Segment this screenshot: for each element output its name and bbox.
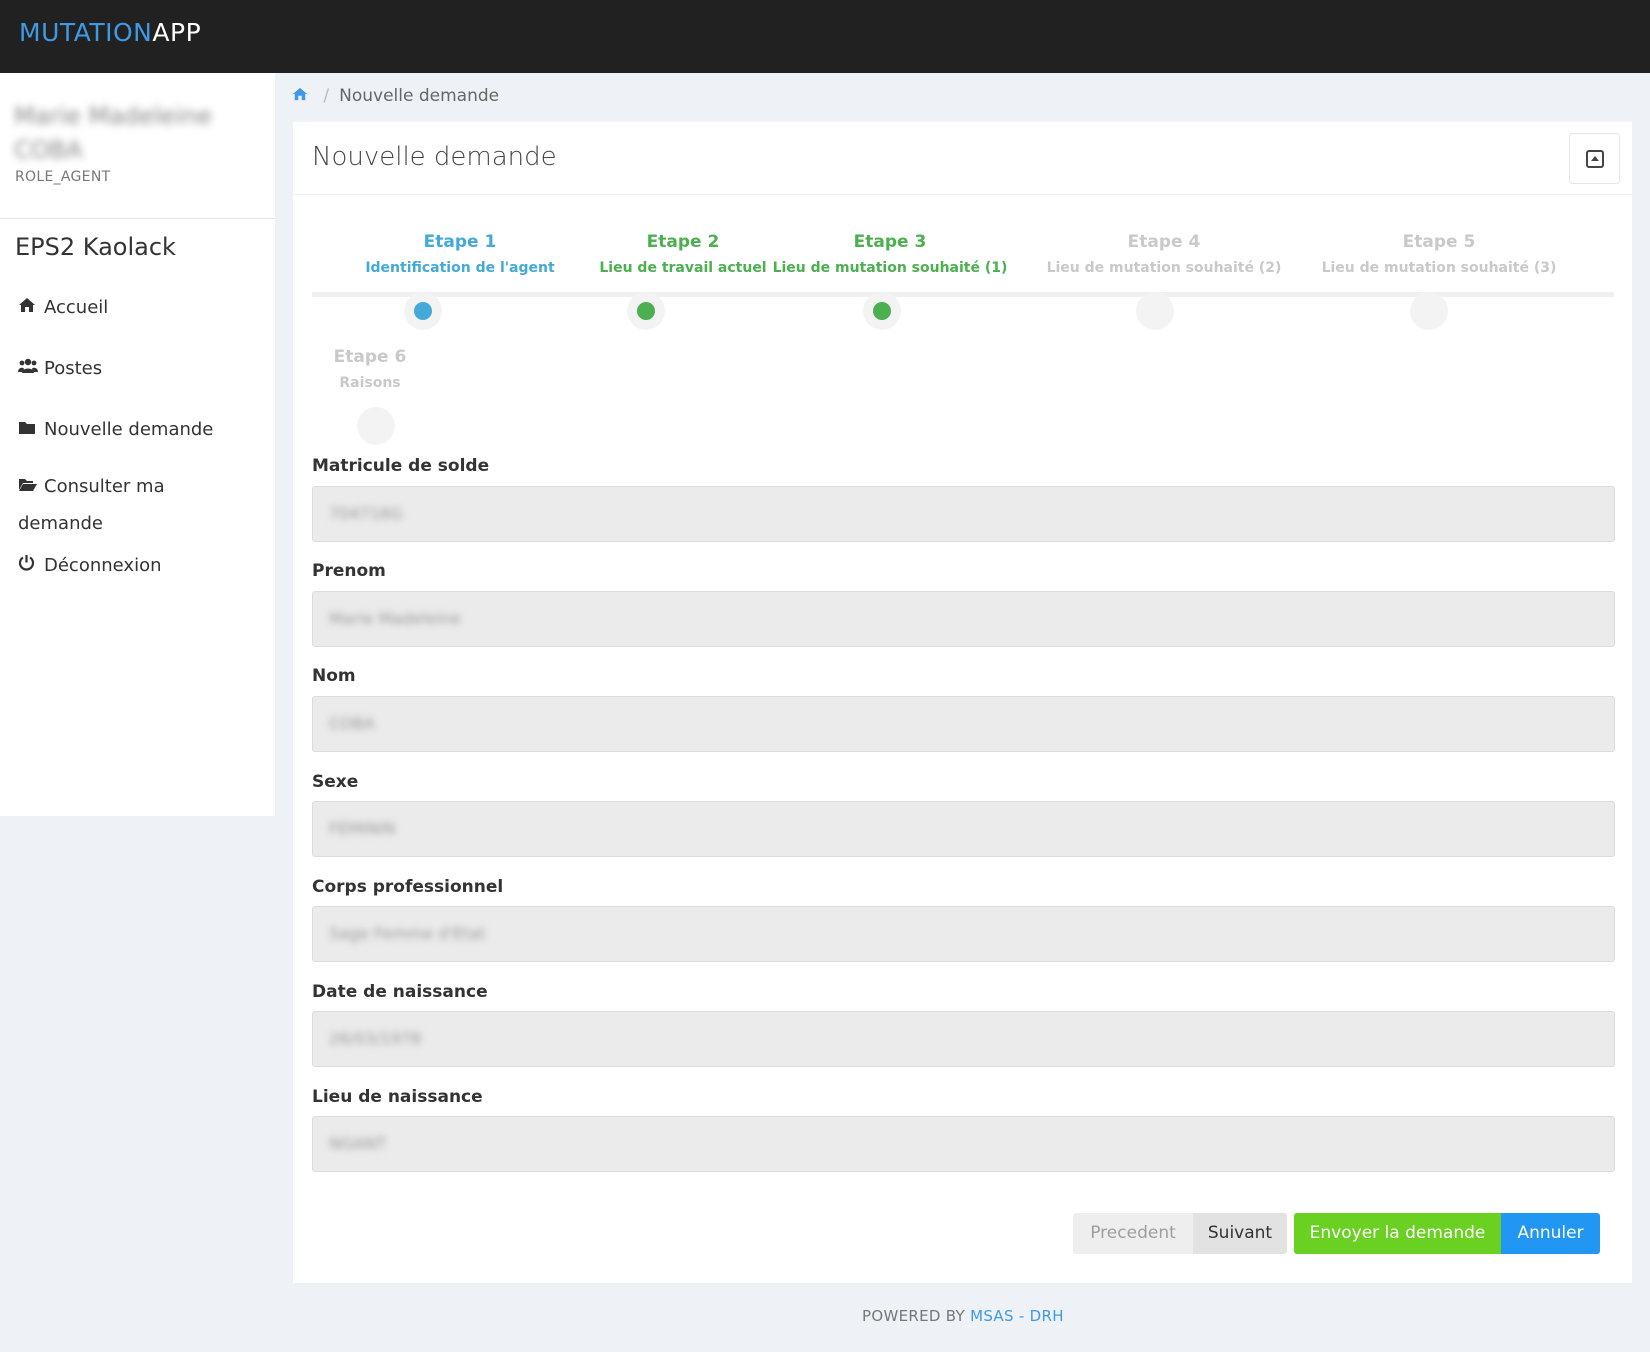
footer: POWERED BY MSAS - DRH <box>862 1307 1064 1325</box>
nav-label-postes: Postes <box>44 358 103 379</box>
brand-part1: MUTATION <box>19 18 153 47</box>
step-1[interactable]: Etape 1 Identification de l'agent <box>365 232 555 276</box>
field-label-corps: Corps professionnel <box>312 877 504 897</box>
nav-label-nouvelle-demande: Nouvelle demande <box>44 419 214 440</box>
nav-item-deconnexion[interactable]: Déconnexion <box>18 554 162 576</box>
footer-link[interactable]: MSAS - DRH <box>970 1307 1064 1325</box>
nom-input[interactable]: COBA <box>312 696 1615 752</box>
nav-item-accueil[interactable]: Accueil <box>18 297 108 318</box>
main-card: Nouvelle demande Etape 1 Identification … <box>293 122 1632 1283</box>
nom-value: COBA <box>329 714 375 733</box>
cancel-button[interactable]: Annuler <box>1501 1213 1600 1254</box>
field-label-sexe: Sexe <box>312 772 359 792</box>
sexe-input[interactable]: FEMININ <box>312 801 1615 857</box>
step-2-dot <box>637 302 655 320</box>
step-6-marker[interactable] <box>357 407 395 445</box>
step-6-title: Etape 6 <box>333 347 407 367</box>
step-4-subtitle: Lieu de mutation souhaité (2) <box>1046 260 1282 276</box>
step-2-title: Etape 2 <box>646 232 720 252</box>
user-role: ROLE_AGENT <box>15 169 111 185</box>
step-3-marker[interactable] <box>863 292 901 330</box>
brand-part2: APP <box>152 18 202 47</box>
step-6[interactable]: Etape 6 Raisons <box>310 347 430 391</box>
step-3-title: Etape 3 <box>853 232 927 252</box>
breadcrumb: / Nouvelle demande <box>292 86 499 106</box>
card-header: Nouvelle demande <box>293 122 1632 195</box>
nav-item-postes[interactable]: Postes <box>18 358 102 379</box>
top-bar: MUTATIONAPP <box>0 0 1650 73</box>
step-5[interactable]: Etape 5 Lieu de mutation souhaité (3) <box>1319 232 1559 276</box>
collapse-button[interactable] <box>1569 133 1620 184</box>
step-2-marker[interactable] <box>627 292 665 330</box>
step-6-subtitle: Raisons <box>339 375 401 391</box>
next-button[interactable]: Suivant <box>1193 1213 1287 1254</box>
corps-professionnel-input[interactable]: Sage Femme d'Etat <box>312 906 1615 962</box>
step-2-subtitle: Lieu de travail actuel <box>599 260 767 276</box>
home-icon <box>18 297 40 318</box>
site-name: EPS2 Kaolack <box>15 233 176 261</box>
breadcrumb-current: Nouvelle demande <box>339 86 500 106</box>
sidebar: Marie Madeleine COBA ROLE_AGENT EPS2 Kao… <box>0 73 275 816</box>
user-block: Marie Madeleine COBA ROLE_AGENT <box>0 73 275 219</box>
step-2[interactable]: Etape 2 Lieu de travail actuel <box>588 232 778 276</box>
step-4-title: Etape 4 <box>1127 232 1201 252</box>
page-title: Nouvelle demande <box>312 142 557 172</box>
corps-value: Sage Femme d'Etat <box>329 924 486 943</box>
step-4[interactable]: Etape 4 Lieu de mutation souhaité (2) <box>1044 232 1284 276</box>
nav-item-nouvelle-demande[interactable]: Nouvelle demande <box>18 419 213 440</box>
prenom-input[interactable]: Marie Madeleine <box>312 591 1615 647</box>
field-label-matricule: Matricule de solde <box>312 456 490 476</box>
field-label-lieu-naissance: Lieu de naissance <box>312 1087 483 1107</box>
step-5-title: Etape 5 <box>1402 232 1476 252</box>
step-1-dot <box>414 302 432 320</box>
folder-icon <box>18 419 40 440</box>
date-naissance-input[interactable]: 26/03/1978 <box>312 1011 1615 1067</box>
footer-prefix: POWERED BY <box>862 1307 971 1325</box>
step-4-marker[interactable] <box>1136 292 1174 330</box>
previous-button[interactable]: Precedent <box>1073 1213 1193 1254</box>
step-3-subtitle: Lieu de mutation souhaité (1) <box>772 260 1008 276</box>
send-request-button[interactable]: Envoyer la demande <box>1294 1213 1501 1254</box>
user-name: Marie Madeleine COBA <box>14 102 212 164</box>
field-label-date-naissance: Date de naissance <box>312 982 488 1002</box>
step-5-subtitle: Lieu de mutation souhaité (3) <box>1321 260 1557 276</box>
nav-label-deconnexion: Déconnexion <box>44 555 162 576</box>
date-naissance-value: 26/03/1978 <box>329 1029 422 1048</box>
sexe-value: FEMININ <box>329 819 396 838</box>
power-icon <box>18 554 40 576</box>
matricule-input[interactable]: 704716G <box>312 486 1615 542</box>
field-label-prenom: Prenom <box>312 561 386 581</box>
nav-item-consulter-demande[interactable]: Consulter ma demande <box>18 468 248 542</box>
lieu-naissance-input[interactable]: NGANT <box>312 1116 1615 1172</box>
app-logo[interactable]: MUTATIONAPP <box>19 18 201 47</box>
step-1-subtitle: Identification de l'agent <box>365 260 555 276</box>
breadcrumb-home-icon[interactable] <box>292 86 313 106</box>
breadcrumb-separator: / <box>323 86 330 106</box>
users-icon <box>18 358 40 379</box>
lieu-naissance-value: NGANT <box>329 1134 387 1153</box>
step-3[interactable]: Etape 3 Lieu de mutation souhaité (1) <box>770 232 1010 276</box>
step-5-marker[interactable] <box>1410 292 1448 330</box>
step-1-marker[interactable] <box>404 292 442 330</box>
matricule-value: 704716G <box>329 504 403 523</box>
step-3-dot <box>873 302 891 320</box>
field-label-nom: Nom <box>312 666 356 686</box>
step-1-title: Etape 1 <box>423 232 497 252</box>
prenom-value: Marie Madeleine <box>329 609 461 628</box>
folder-open-icon <box>18 468 40 505</box>
collapse-icon <box>1586 150 1604 168</box>
nav-label-accueil: Accueil <box>44 297 109 318</box>
